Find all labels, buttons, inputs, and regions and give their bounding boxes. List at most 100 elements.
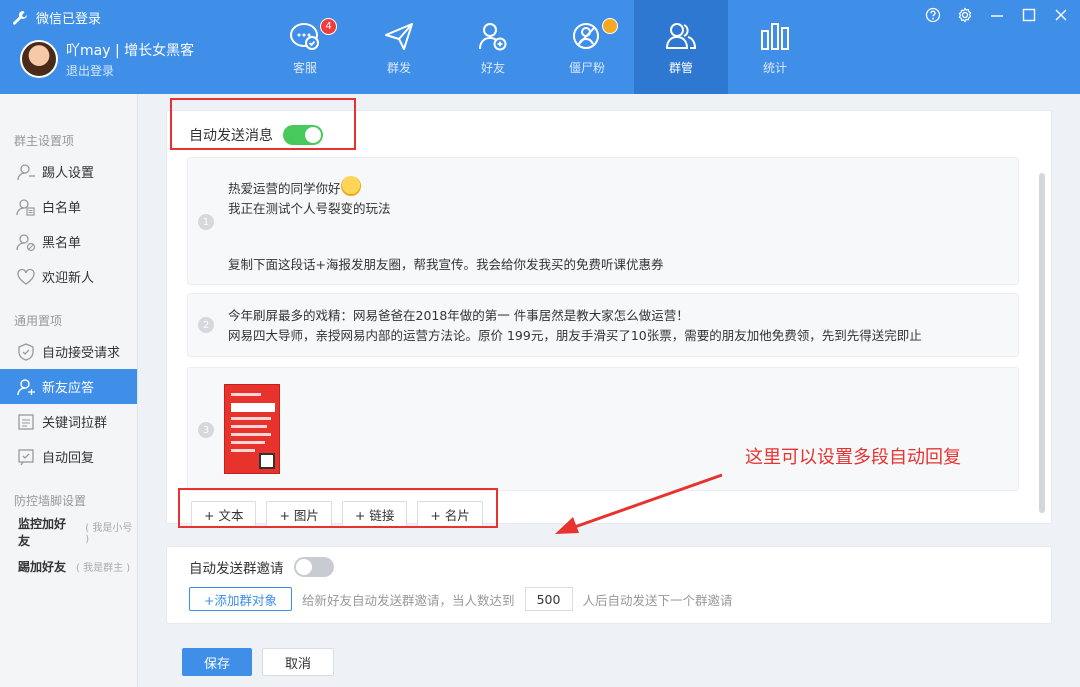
sidebar-item-label: 黑名单 (42, 236, 82, 251)
message-line: 复制下面这段话+海报发朋友圈，帮我宣传。我会给你发我买的免费听课优惠券 (228, 257, 664, 272)
kick-user-icon (17, 163, 35, 180)
sidebar: 群主设置项 踢人设置 白名单 黑名单 欢迎新人 通用置项 自动接受请求 新友应答… (0, 94, 138, 687)
top-bar: 微信已登录 吖may | 增长女黑客 退出登录 客服 4 群发 好友 僵尸粉 群… (0, 0, 1080, 94)
new-friend-icon (17, 378, 35, 395)
window-controls (924, 6, 1070, 24)
whitelist-icon (16, 198, 35, 216)
tab-label: 群管 (668, 60, 693, 75)
annotation-arrow (555, 473, 723, 534)
message-text: 热爱运营的同学你好 我正在测试个人号裂变的玩法 复制下面这段话+海报发朋友圈，帮… (228, 176, 663, 275)
sidebar-item-kick-add[interactable]: 踢加好友 ( 我是群主 ) (0, 549, 137, 584)
poster-title-block (231, 403, 275, 412)
poster-line (231, 425, 267, 428)
add-friend-icon (479, 22, 507, 50)
sidebar-item-monitor-add[interactable]: 监控加好友 ( 我是小号 ) (0, 514, 137, 549)
settings-icon[interactable] (956, 6, 974, 24)
invite-desc-prefix: 给新好友自动发送群邀请，当人数达到 (301, 592, 515, 608)
sidebar-section-guard: 防控墙脚设置 (14, 494, 87, 508)
wrench-icon (13, 10, 27, 25)
tab-zombie-fans[interactable]: 僵尸粉 (540, 0, 634, 94)
message-line: 热爱运营的同学你好 (228, 181, 341, 196)
add-group-button[interactable]: +添加群对象 (189, 587, 292, 611)
sidebar-item-label: 自动接受请求 (42, 346, 121, 361)
message-line: 我正在测试个人号裂变的玩法 (228, 201, 391, 216)
poster-line (231, 441, 265, 444)
message-number: 3 (198, 422, 214, 438)
tab-statistics[interactable]: 统计 (728, 0, 822, 94)
sidebar-item-label: 关键词拉群 (42, 416, 108, 431)
sidebar-item-label: 欢迎新人 (42, 271, 95, 286)
app-title-text: 微信已登录 (36, 12, 102, 27)
invite-settings-row: +添加群对象 给新好友自动发送群邀请，当人数达到 人后自动发送下一个群邀请 (189, 587, 733, 611)
main-nav: 客服 4 群发 好友 僵尸粉 群管 统计 (258, 0, 822, 94)
help-icon[interactable] (924, 6, 942, 24)
group-invite-panel: 自动发送群邀请 +添加群对象 给新好友自动发送群邀请，当人数达到 人后自动发送下… (166, 546, 1052, 624)
poster-line (231, 449, 255, 452)
logout-link[interactable]: 退出登录 (66, 62, 114, 79)
sidebar-item-blacklist[interactable]: 黑名单 (0, 224, 137, 259)
tab-customer-service[interactable]: 客服 4 (258, 0, 352, 94)
blacklist-icon (16, 233, 36, 251)
message-text: 今年刷屏最多的戏精：网易爸爸在2018年做的第一 件事居然是教大家怎么做运营！ … (228, 306, 922, 346)
sidebar-item-note: ( 我是群主 ) (76, 563, 131, 574)
sidebar-item-welcome[interactable]: 欢迎新人 (0, 259, 137, 294)
message-card[interactable]: 2 今年刷屏最多的戏精：网易爸爸在2018年做的第一 件事居然是教大家怎么做运营… (187, 293, 1019, 357)
avatar[interactable] (20, 40, 58, 78)
poster-line (231, 393, 261, 396)
poster-image[interactable] (224, 384, 280, 474)
app-title: 微信已登录 (12, 8, 101, 27)
message-card[interactable]: 1 热爱运营的同学你好 我正在测试个人号裂变的玩法 复制下面这段话+海报发朋友圈… (187, 157, 1019, 285)
invite-toggle[interactable] (293, 557, 334, 577)
sidebar-item-label: 踢加好友 (18, 560, 67, 574)
sidebar-section-general: 通用置项 (14, 314, 63, 328)
poster-line (231, 417, 271, 420)
minimize-icon[interactable] (988, 6, 1006, 24)
shield-check-icon (18, 342, 34, 361)
tab-label: 好友 (480, 60, 505, 75)
auto-message-panel: 自动发送消息 1 热爱运营的同学你好 我正在测试个人号裂变的玩法 复制下面这段话… (166, 110, 1052, 534)
sidebar-section-owner: 群主设置项 (14, 134, 75, 148)
tab-label: 群发 (386, 60, 411, 75)
group-manage-icon (665, 22, 697, 49)
zombie-fans-icon (573, 22, 599, 49)
tab-label: 统计 (762, 60, 787, 75)
sidebar-item-label: 监控加好友 (18, 516, 67, 548)
unread-badge: 4 (320, 18, 337, 35)
invite-desc-suffix: 人后自动发送下一个群邀请 (582, 592, 733, 608)
keyword-icon (18, 413, 34, 430)
sidebar-item-whitelist[interactable]: 白名单 (0, 189, 137, 224)
tab-friends[interactable]: 好友 (446, 0, 540, 94)
message-line: 今年刷屏最多的戏精：网易爸爸在2018年做的第一 件事居然是教大家怎么做运营！ (228, 308, 689, 323)
highlight-box-buttons (178, 488, 498, 528)
close-icon[interactable] (1052, 6, 1070, 24)
heart-icon (17, 268, 35, 285)
auto-reply-icon (18, 448, 34, 465)
main-content: 自动发送消息 1 热爱运营的同学你好 我正在测试个人号裂变的玩法 复制下面这段话… (138, 94, 1080, 687)
highlight-box-toggle (170, 98, 356, 150)
sidebar-item-kick[interactable]: 踢人设置 (0, 154, 137, 189)
invite-count-input[interactable] (524, 587, 573, 611)
sidebar-item-keyword-group[interactable]: 关键词拉群 (0, 404, 137, 439)
invite-label: 自动发送群邀请 (189, 561, 284, 577)
maximize-icon[interactable] (1020, 6, 1038, 24)
send-icon (385, 22, 413, 50)
user-name: 吖may | 增长女黑客 (66, 43, 195, 59)
scrollbar[interactable] (1039, 173, 1045, 513)
save-button[interactable]: 保存 (182, 648, 252, 676)
cancel-button[interactable]: 取消 (262, 648, 334, 676)
footer-actions: 保存 取消 (182, 648, 334, 676)
tab-group-manage[interactable]: 群管 (634, 0, 728, 94)
message-number: 2 (198, 317, 214, 333)
stats-icon (761, 22, 789, 50)
sidebar-item-auto-reply[interactable]: 自动回复 (0, 439, 137, 474)
emoji-icon (340, 176, 361, 196)
tab-broadcast[interactable]: 群发 (352, 0, 446, 94)
tab-label: 僵尸粉 (568, 60, 605, 75)
sidebar-item-new-friend-reply[interactable]: 新友应答 (0, 369, 137, 404)
sidebar-item-note: ( 我是小号 ) (85, 522, 133, 545)
chat-icon (290, 22, 319, 50)
sidebar-item-auto-accept[interactable]: 自动接受请求 (0, 334, 137, 369)
clock-icon (602, 18, 618, 34)
sidebar-item-label: 踢人设置 (42, 166, 95, 181)
message-line: 网易四大导师，亲授网易内部的运营方法论。原价 199元，朋友手滑买了10张票，需… (228, 328, 922, 343)
